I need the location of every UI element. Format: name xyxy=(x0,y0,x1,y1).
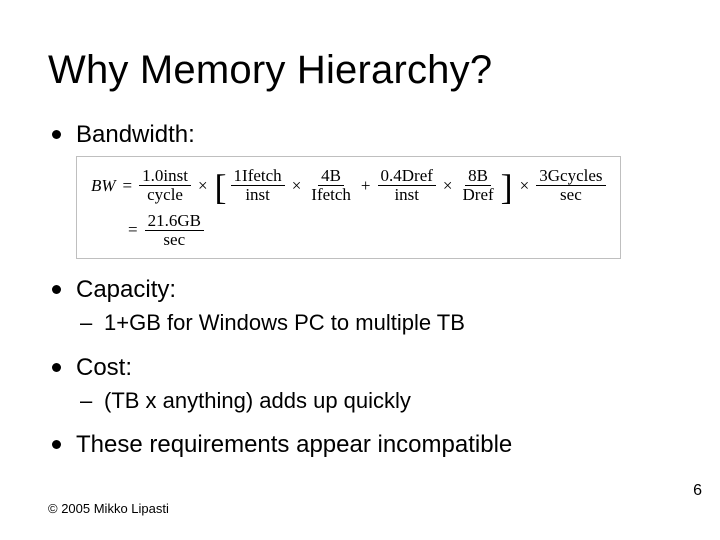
equals-sign: = xyxy=(125,219,141,240)
bullet-incompatible-label: These requirements appear incompatible xyxy=(76,431,512,458)
frac-num: 0.4Dref xyxy=(378,167,436,186)
frac-num: 3Gcycles xyxy=(536,167,605,186)
bullet-cost-label: Cost: xyxy=(76,354,132,381)
frac-cycles-per-sec: 3Gcycles sec xyxy=(536,167,605,204)
bullet-capacity-sublist: 1+GB for Windows PC to multiple TB xyxy=(76,309,672,337)
frac-dref-per-inst: 0.4Dref inst xyxy=(378,167,436,204)
bullet-incompatible: These requirements appear incompatible xyxy=(48,430,672,460)
frac-b-per-ifetch: 4B Ifetch xyxy=(308,167,354,204)
frac-den: Dref xyxy=(460,186,497,204)
bullet-list: Bandwidth: BW = 1.0inst cycle × [ 1Ifetc… xyxy=(48,120,672,460)
bullet-cost-sublist: (TB x anything) adds up quickly xyxy=(76,387,672,415)
frac-b-per-dref: 8B Dref xyxy=(460,167,497,204)
frac-num: 1Ifetch xyxy=(231,167,285,186)
frac-num: 21.6GB xyxy=(145,212,204,231)
frac-den: cycle xyxy=(144,186,186,204)
bandwidth-formula: BW = 1.0inst cycle × [ 1Ifetch inst × 4B xyxy=(76,156,621,259)
equals-sign: = xyxy=(120,175,136,196)
formula-line-1: BW = 1.0inst cycle × [ 1Ifetch inst × 4B xyxy=(91,167,606,204)
bullet-capacity-sub: 1+GB for Windows PC to multiple TB xyxy=(76,309,672,337)
page-number: 6 xyxy=(693,482,702,500)
slide-title: Why Memory Hierarchy? xyxy=(48,48,672,92)
times-icon: × xyxy=(440,175,456,196)
times-icon: × xyxy=(195,175,211,196)
frac-num: 8B xyxy=(465,167,491,186)
bullet-cost-sub: (TB x anything) adds up quickly xyxy=(76,387,672,415)
bullet-bandwidth-label: Bandwidth: xyxy=(76,121,195,148)
bullet-bandwidth: Bandwidth: BW = 1.0inst cycle × [ 1Ifetc… xyxy=(48,120,672,259)
frac-inst-per-cycle: 1.0inst cycle xyxy=(139,167,191,204)
frac-den: sec xyxy=(160,231,188,249)
frac-den: inst xyxy=(391,186,422,204)
times-icon: × xyxy=(517,175,533,196)
frac-num: 1.0inst xyxy=(139,167,191,186)
copyright-footer: © 2005 Mikko Lipasti xyxy=(48,501,169,516)
bullet-capacity-label: Capacity: xyxy=(76,276,176,303)
formula-lhs: BW xyxy=(91,175,116,196)
frac-result: 21.6GB sec xyxy=(145,212,204,249)
frac-den: sec xyxy=(557,186,585,204)
frac-den: Ifetch xyxy=(308,186,354,204)
formula-line-2: = 21.6GB sec xyxy=(91,212,606,249)
bullet-cost: Cost: (TB x anything) adds up quickly xyxy=(48,353,672,415)
slide: Why Memory Hierarchy? Bandwidth: BW = 1.… xyxy=(0,0,720,540)
frac-den: inst xyxy=(242,186,273,204)
plus-icon: + xyxy=(358,175,374,196)
times-icon: × xyxy=(289,175,305,196)
bullet-capacity: Capacity: 1+GB for Windows PC to multipl… xyxy=(48,275,672,337)
frac-ifetch-per-inst: 1Ifetch inst xyxy=(231,167,285,204)
frac-num: 4B xyxy=(318,167,344,186)
